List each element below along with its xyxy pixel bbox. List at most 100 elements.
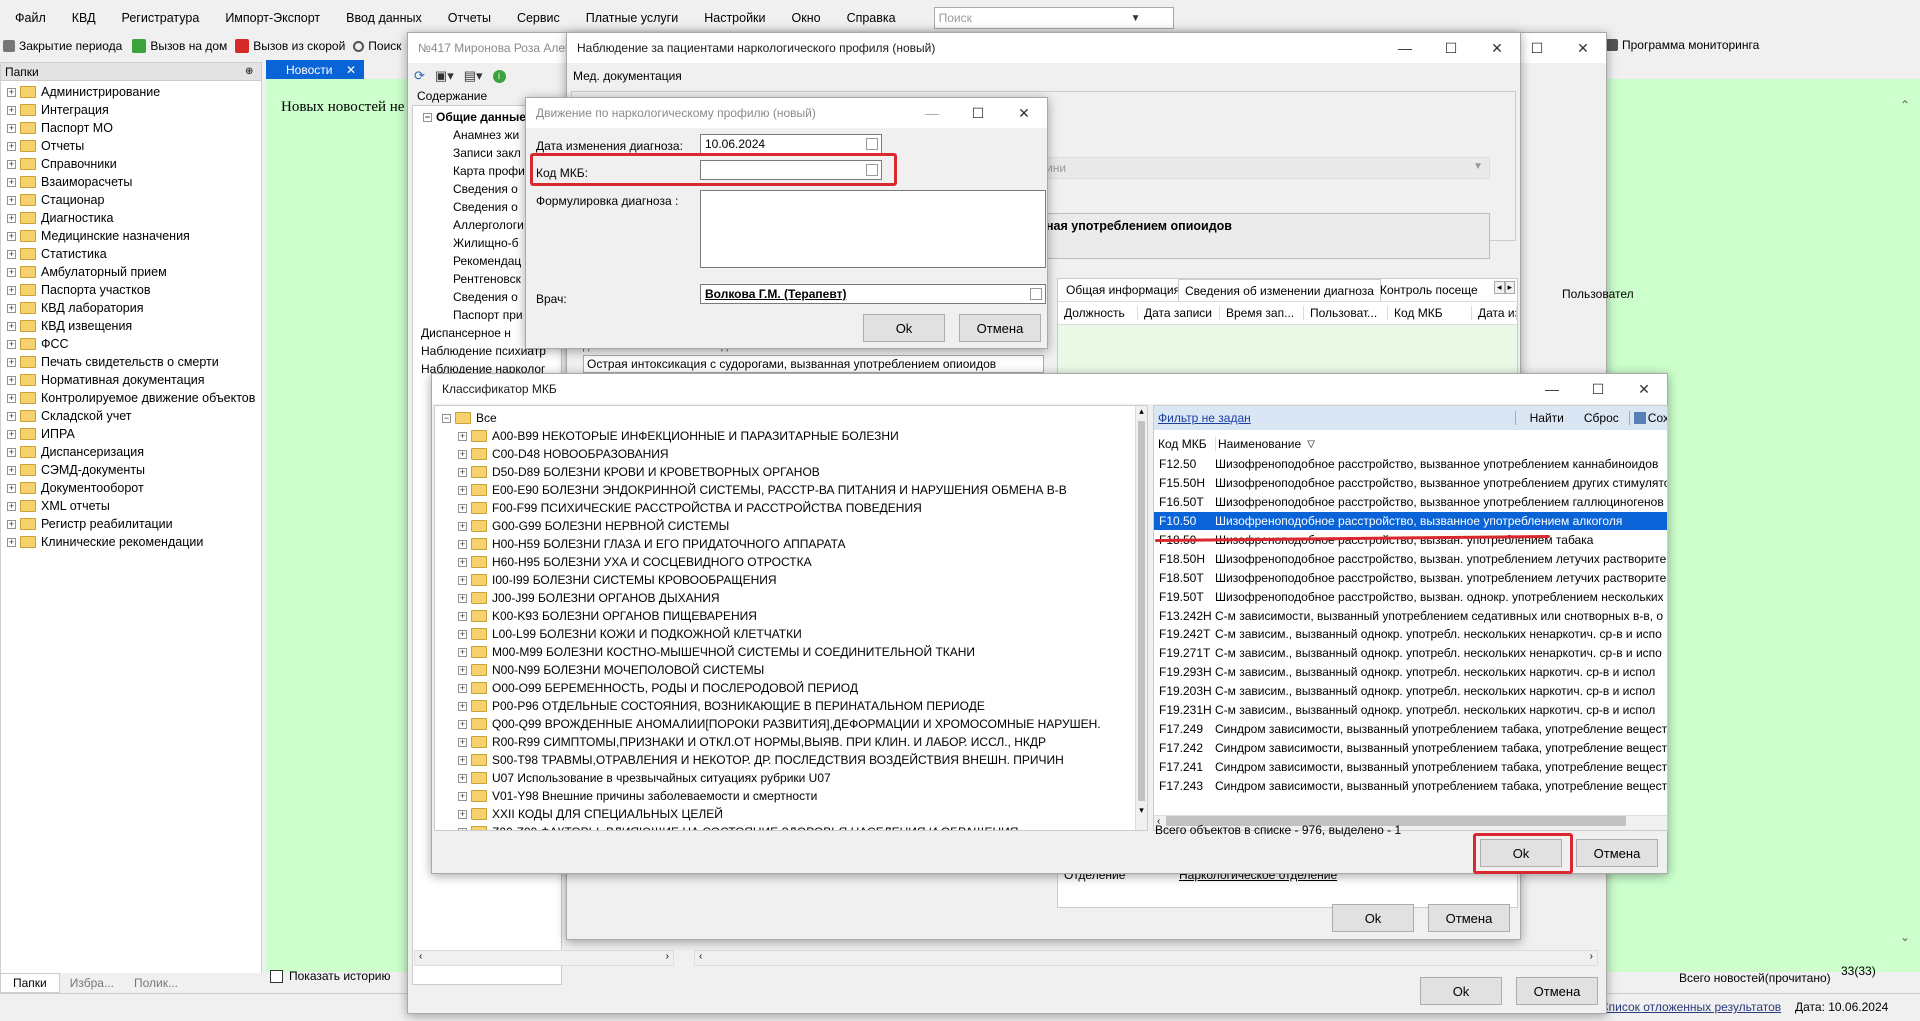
folder-item[interactable]: + Печать свидетельств о смерти (7, 355, 219, 369)
folder-item[interactable]: + ФСС (7, 337, 69, 351)
movement-cancel-button[interactable]: Отмена (959, 314, 1041, 342)
chevron-down-icon[interactable]: ▼ (1131, 13, 1147, 24)
close-icon[interactable]: ✕ (1001, 98, 1047, 128)
minimize-icon[interactable]: — (1529, 374, 1575, 404)
expand-icon[interactable]: + (458, 791, 467, 801)
expand-icon[interactable]: + (7, 141, 16, 151)
expand-icon[interactable]: + (458, 557, 467, 567)
mkb-row[interactable]: F15.50H Шизофреноподобное расстройство, в… (1154, 474, 1667, 493)
folder-item[interactable]: + Диагностика (7, 211, 113, 225)
close-icon[interactable]: ✕ (1621, 374, 1667, 404)
reset-button[interactable]: Сброс (1574, 411, 1629, 425)
mkb-tree-item[interactable]: + J00-J99 БОЛЕЗНИ ОРГАНОВ ДЫХАНИЯ (458, 589, 720, 607)
expand-icon[interactable]: + (458, 665, 467, 675)
maximize-icon[interactable]: ☐ (1575, 374, 1621, 404)
expand-icon[interactable]: + (7, 465, 16, 475)
folder-item[interactable]: + Интеграция (7, 103, 109, 117)
expand-icon[interactable]: + (458, 593, 467, 603)
search-box[interactable]: Поиск ▼ (933, 7, 1174, 29)
expand-icon[interactable]: + (458, 701, 467, 711)
mkb-row[interactable]: F19.231H С-м зависим., вызванный однокр. … (1154, 701, 1667, 720)
mkb-row[interactable]: F10.50 Шизофреноподобное расстройство, вы… (1154, 511, 1667, 531)
mkb-row[interactable]: F18.50T Шизофреноподобное расстройство, в… (1154, 568, 1667, 587)
mkb-tree-item[interactable]: + H60-H95 БОЛЕЗНИ УХА И СОСЦЕВИДНОГО ОТРО… (458, 553, 812, 571)
menu-item[interactable]: Регистратура (122, 11, 200, 25)
expand-icon[interactable]: + (458, 485, 467, 495)
chevron-down-icon[interactable]: ▼ (1473, 161, 1483, 172)
mkb-row[interactable]: F19.203H С-м зависим., вызванный однокр. … (1154, 682, 1667, 701)
mkb-tree-item[interactable]: + XXII КОДЫ ДЛЯ СПЕЦИАЛЬНЫХ ЦЕЛЕЙ (458, 805, 723, 823)
mkb-tree-item[interactable]: + P00-P96 ОТДЕЛЬНЫЕ СОСТОЯНИЯ, ВОЗНИКАЮЩИ… (458, 697, 985, 715)
info-icon[interactable]: i (492, 69, 506, 83)
mkb-tree-item[interactable]: + I00-I99 БОЛЕЗНИ СИСТЕМЫ КРОВООБРАЩЕНИЯ (458, 571, 777, 589)
expand-icon[interactable]: + (7, 213, 16, 223)
contents-item[interactable]: Диспансерное н (421, 326, 511, 340)
collapse-icon[interactable]: − (442, 413, 451, 423)
mkb-row[interactable]: F17.241 Синдром зависимости, вызванный уп… (1154, 757, 1667, 776)
menu-item[interactable]: Ввод данных (346, 11, 422, 25)
mkb-row[interactable]: F19.242T С-м зависим., вызванный однокр. … (1154, 625, 1667, 644)
formula-field[interactable] (700, 190, 1046, 268)
folder-item[interactable]: + КВД извещения (7, 319, 132, 333)
expand-icon[interactable]: + (7, 177, 16, 187)
folder-item[interactable]: + Медицинские назначения (7, 229, 190, 243)
expand-icon[interactable]: + (7, 87, 16, 97)
mkb-tree-item[interactable]: + K00-K93 БОЛЕЗНИ ОРГАНОВ ПИЩЕВАРЕНИЯ (458, 607, 757, 625)
expand-icon[interactable]: + (458, 827, 467, 830)
close-icon[interactable]: ✕ (346, 63, 364, 77)
expand-icon[interactable]: + (7, 483, 16, 493)
tree-root[interactable]: − Все (442, 409, 497, 427)
expand-icon[interactable]: + (7, 375, 16, 385)
expand-icon[interactable]: + (458, 647, 467, 657)
expand-icon[interactable]: + (458, 539, 467, 549)
mkb-tree-item[interactable]: + S00-T98 ТРАВМЫ,ОТРАВЛЕНИЯ И НЕКОТОР. ДР… (458, 751, 1064, 769)
expand-icon[interactable]: + (7, 357, 16, 367)
expand-icon[interactable]: + (458, 629, 467, 639)
folder-item[interactable]: + Статистика (7, 247, 107, 261)
mkb-tree-item[interactable]: + C00-D48 НОВООБРАЗОВАНИЯ (458, 445, 669, 463)
expand-icon[interactable]: + (7, 321, 16, 331)
mkb-row[interactable]: F13.242H С-м зависимости, вызванный употр… (1154, 606, 1667, 625)
contents-item[interactable]: Рентгеновск (453, 272, 521, 286)
search-input[interactable]: Поиск (939, 11, 1105, 25)
mkb-row[interactable]: F17.243 Синдром зависимости, вызванный уп… (1154, 776, 1667, 795)
folder-item[interactable]: + Справочники (7, 157, 117, 171)
main-hscroll[interactable]: ‹ › (694, 950, 1598, 966)
contents-item[interactable]: Паспорт при (453, 308, 523, 322)
expand-icon[interactable]: + (458, 737, 467, 747)
filter-icon[interactable]: ▽ (1307, 439, 1315, 450)
save-icon[interactable]: ▣▾ (435, 68, 454, 84)
tab-polyclinic[interactable]: Полик... (124, 976, 188, 990)
expand-icon[interactable]: + (7, 537, 16, 547)
mkb-row[interactable]: F17.249 Синдром зависимости, вызванный уп… (1154, 720, 1667, 739)
med-docs-tab[interactable]: Мед. документация (573, 69, 682, 83)
folder-item[interactable]: + Складской учет (7, 409, 131, 423)
mkb-row[interactable]: F18.50H Шизофреноподобное расстройство, в… (1154, 550, 1667, 569)
contents-item[interactable]: Рекомендац (453, 254, 521, 268)
news-tab[interactable]: Новости ✕ (266, 60, 364, 79)
folder-item[interactable]: + Нормативная документация (7, 373, 205, 387)
observation-cancel-button[interactable]: Отмена (1428, 904, 1510, 932)
mkb-row[interactable]: F19.293H С-м зависим., вызванный однокр. … (1154, 663, 1667, 682)
layout-icon[interactable]: ▤▾ (464, 68, 483, 84)
folder-item[interactable]: + Стационар (7, 193, 104, 207)
mkb-tree-item[interactable]: + D50-D89 БОЛЕЗНИ КРОВИ И КРОВЕТВОРНЫХ ОР… (458, 463, 820, 481)
menu-item[interactable]: Сервис (517, 11, 560, 25)
scroll-up-icon[interactable]: ⌃ (1900, 98, 1910, 112)
expand-icon[interactable]: + (458, 575, 467, 585)
mkb-tree-item[interactable]: + Q00-Q99 ВРОЖДЕННЫЕ АНОМАЛИИ[ПОРОКИ РАЗВ… (458, 715, 1101, 733)
expand-icon[interactable]: + (458, 773, 467, 783)
mkb-tree-item[interactable]: + H00-H59 БОЛЕЗНИ ГЛАЗА И ЕГО ПРИДАТОЧНОГ… (458, 535, 846, 553)
folder-item[interactable]: + Отчеты (7, 139, 84, 153)
contents-item[interactable]: Записи закл (453, 146, 521, 160)
expand-icon[interactable]: + (458, 719, 467, 729)
minimize-icon[interactable]: — (909, 98, 955, 128)
folder-item[interactable]: + СЭМД-документы (7, 463, 145, 477)
expand-icon[interactable]: + (7, 447, 16, 457)
search-button[interactable]: Поиск (353, 39, 402, 53)
mkb-row[interactable]: F19.271T С-м зависим., вызванный однокр. … (1154, 644, 1667, 663)
tab-favorites[interactable]: Избра... (60, 976, 124, 990)
pin-icon[interactable]: ⊕ (245, 66, 261, 77)
expand-icon[interactable]: + (7, 123, 16, 133)
expand-icon[interactable]: + (7, 105, 16, 115)
